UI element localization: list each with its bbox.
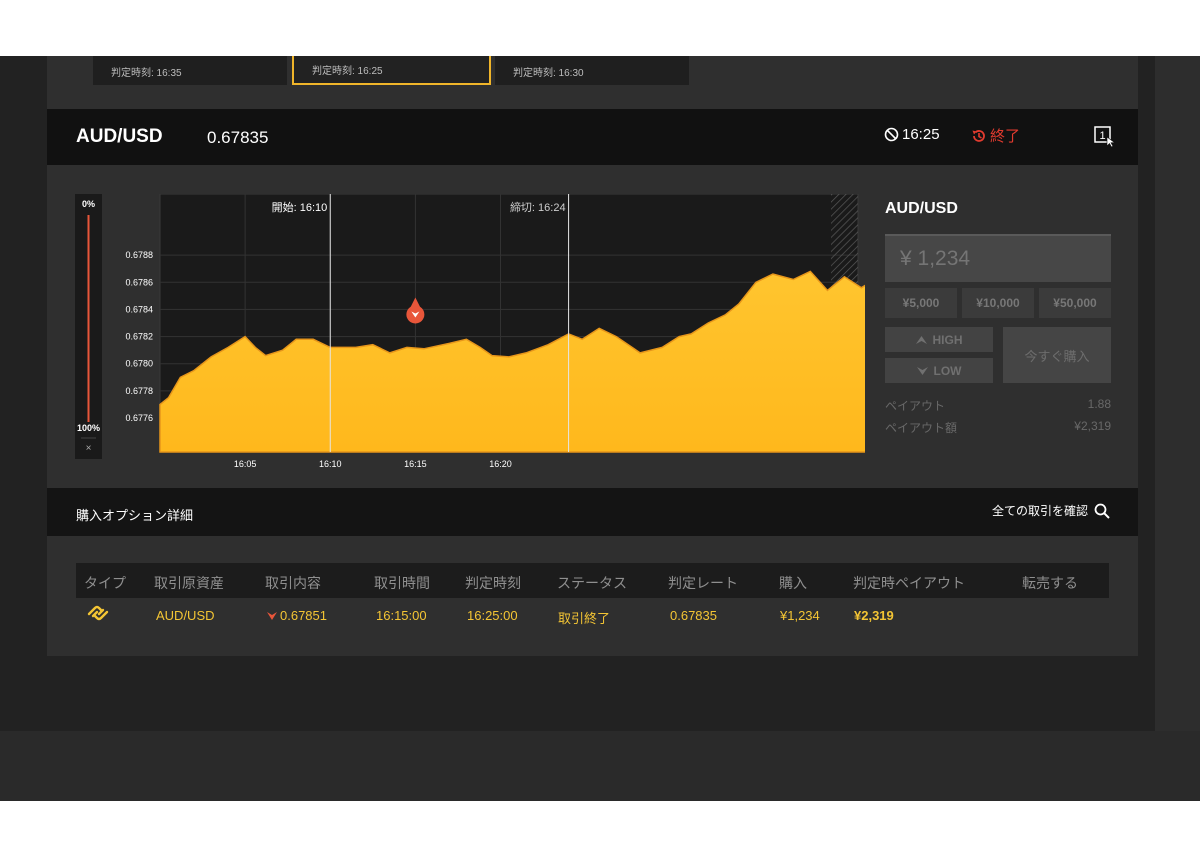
trade-panel: 判定時刻: 16:35 判定時刻: 16:25 判定時刻: 16:30 AUD/… <box>47 56 1138 656</box>
y-tick-label: 0.6788 <box>125 250 153 260</box>
cell-content: 0.67851 <box>267 608 327 623</box>
expiry-card-1625[interactable]: 判定時刻: 16:25 <box>292 56 491 85</box>
right-gutter <box>1155 56 1200 731</box>
cell-trade-time: 16:15:00 <box>376 608 427 623</box>
view-all-trades-link[interactable]: 全ての取引を確認 <box>992 502 1110 519</box>
expiry-card-1630[interactable]: 判定時刻: 16:30 <box>495 56 689 85</box>
cell-judge-time: 16:25:00 <box>467 608 518 623</box>
footer-band <box>0 731 1200 801</box>
payout-amount-value: ¥2,319 <box>1074 419 1111 433</box>
search-icon <box>1094 503 1110 519</box>
type-icon <box>86 604 110 625</box>
header-asset: 取引原資産 <box>154 575 224 591</box>
y-tick-label: 0.6782 <box>125 332 153 342</box>
table-header: タイプ 取引原資産 取引内容 取引時間 判定時刻 ステータス 判定レート 購入 … <box>76 563 1109 598</box>
header-judge-time: 判定時刻 <box>465 575 521 591</box>
start-label: 開始: 16:10 <box>272 200 328 214</box>
expiry-card-label: 判定時刻: 16:35 <box>111 68 182 79</box>
sentiment-close-button[interactable]: × <box>86 443 92 454</box>
low-label: LOW <box>933 363 962 378</box>
y-tick-label: 0.6784 <box>125 304 153 314</box>
cell-judge-rate: 0.67835 <box>670 608 717 623</box>
amount-input[interactable] <box>885 234 1111 282</box>
low-button[interactable]: LOW <box>885 358 993 383</box>
high-label: HIGH <box>932 332 963 347</box>
purchase-details-bar: 購入オプション詳細 全ての取引を確認 <box>47 488 1138 536</box>
buy-now-button[interactable]: 今すぐ購入 <box>1003 327 1111 383</box>
chevron-down-icon <box>916 366 928 375</box>
table-row[interactable]: AUD/USD 0.67851 16:15:00 16:25:00 取引終了 0… <box>76 598 1109 634</box>
view-all-trades-label: 全ての取引を確認 <box>991 504 1088 518</box>
preset-10000-button[interactable]: ¥10,000 <box>962 288 1034 318</box>
header-type: タイプ <box>84 575 126 591</box>
header-payout: 判定時ペイアウト <box>853 575 965 591</box>
expiry-card-label: 判定時刻: 16:30 <box>513 68 584 79</box>
sentiment-top-label: 0% <box>82 199 95 209</box>
preset-5000-button[interactable]: ¥5,000 <box>885 288 957 318</box>
cell-status: 取引終了 <box>558 611 611 626</box>
order-asset-name: AUD/USD <box>885 200 958 217</box>
app-screen: 判定時刻: 16:35 判定時刻: 16:25 判定時刻: 16:30 AUD/… <box>0 56 1200 801</box>
no-entry-icon <box>884 127 899 142</box>
y-axis-ticks: 0.6788 0.6786 0.6784 0.6782 0.6780 0.6778 0.67… <box>125 250 153 423</box>
x-tick-label: 16:15 <box>404 459 427 469</box>
payout-label: ペイアウト <box>885 399 946 413</box>
cell-purchase: ¥1,234 <box>780 608 820 623</box>
y-tick-label: 0.6778 <box>125 386 153 396</box>
cell-content-rate: 0.67851 <box>280 608 327 623</box>
header-trade-time: 取引時間 <box>374 575 430 591</box>
y-tick-label: 0.6786 <box>125 277 153 287</box>
status-ended: 終了 <box>971 125 1020 146</box>
header-judge-rate: 判定レート <box>668 575 738 591</box>
y-tick-label: 0.6780 <box>125 359 153 369</box>
low-arrow-icon <box>267 611 277 620</box>
history-icon <box>972 129 985 142</box>
price-chart[interactable]: 0% 100% × 開始: 16:10 締切: 16:24 0.6788 0.67… <box>75 194 865 479</box>
expiry-card-1635[interactable]: 判定時刻: 16:35 <box>93 56 287 85</box>
x-tick-label: 16:05 <box>234 459 257 469</box>
cell-payout: ¥2,319 <box>854 608 894 623</box>
header-resell: 転売する <box>1022 575 1078 591</box>
expiry-card-label: 判定時刻: 16:25 <box>312 66 383 77</box>
x-axis-ticks: 16:05 16:10 16:15 16:20 <box>234 459 512 469</box>
payout-amount-row: ペイアウト額 ¥2,319 <box>885 419 1111 436</box>
close-label: 締切: 16:24 <box>510 200 566 214</box>
x-tick-label: 16:10 <box>319 459 342 469</box>
price-chart-svg: 0% 100% × 開始: 16:10 締切: 16:24 0.67880.67… <box>75 194 865 469</box>
high-button[interactable]: HIGH <box>885 327 993 352</box>
expiry-time: 16:25 <box>884 126 940 143</box>
header-purchase: 購入 <box>779 575 807 591</box>
status-text: 終了 <box>990 128 1021 145</box>
current-rate: 0.67835 <box>207 128 269 147</box>
expiry-time-text: 16:25 <box>902 126 940 143</box>
x-tick-label: 16:20 <box>489 459 512 469</box>
screen-select-icon[interactable]: 1 <box>1094 123 1116 152</box>
details-title: 購入オプション詳細 <box>76 508 194 523</box>
header-content: 取引内容 <box>265 575 321 591</box>
asset-header: AUD/USD 0.67835 16:25 終了 1 <box>47 109 1138 165</box>
payout-row: ペイアウト 1.88 <box>885 397 1111 414</box>
payout-value: 1.88 <box>1087 397 1111 411</box>
preset-50000-button[interactable]: ¥50,000 <box>1039 288 1111 318</box>
sentiment-bottom-label: 100% <box>77 423 100 433</box>
cell-asset: AUD/USD <box>156 608 215 623</box>
trades-table: タイプ 取引原資産 取引内容 取引時間 判定時刻 ステータス 判定レート 購入 … <box>76 563 1109 634</box>
chevron-up-icon <box>915 335 927 344</box>
screen-number: 1 <box>1099 130 1105 142</box>
asset-name: AUD/USD <box>76 126 163 147</box>
y-tick-label: 0.6776 <box>125 413 153 423</box>
header-status: ステータス <box>557 575 627 591</box>
payout-amount-label: ペイアウト額 <box>885 421 958 435</box>
